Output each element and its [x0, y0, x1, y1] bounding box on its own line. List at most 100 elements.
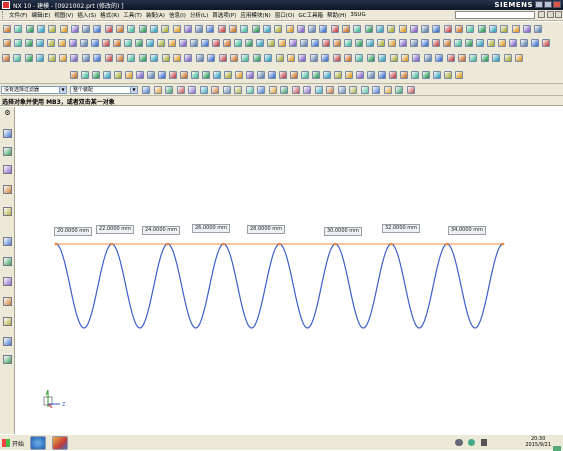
- row2-tool-icon-30[interactable]: [322, 39, 330, 47]
- snap-filter-icon-15[interactable]: [303, 86, 311, 94]
- row1-tool-icon-41[interactable]: [455, 25, 463, 33]
- row1-tool-icon-29[interactable]: [319, 25, 328, 33]
- row1-tool-icon-28[interactable]: [308, 25, 317, 33]
- row2-tool-icon-23[interactable]: [245, 39, 253, 47]
- resource-tab-icon-10[interactable]: [3, 317, 12, 326]
- row2-tool-icon-45[interactable]: [487, 39, 495, 47]
- row3-tool-icon-14[interactable]: [150, 54, 159, 62]
- dimension-point[interactable]: [222, 242, 226, 246]
- row2-tool-icon-18[interactable]: [190, 39, 198, 47]
- row1-tool-icon-39[interactable]: [432, 25, 441, 33]
- snap-filter-icon-10[interactable]: [245, 86, 254, 94]
- row2-tool-icon-1[interactable]: [3, 39, 11, 47]
- resource-tab-icon-9[interactable]: [3, 297, 12, 306]
- row2-tool-icon-48[interactable]: [520, 39, 528, 47]
- row3-tool-icon-22[interactable]: [241, 54, 250, 62]
- snap-filter-icon-18[interactable]: [337, 86, 346, 94]
- row2-tool-icon-29[interactable]: [311, 39, 319, 47]
- snap-filter-icon-7[interactable]: [211, 86, 219, 94]
- menu-edit[interactable]: 编辑(E): [31, 11, 50, 19]
- sketch-tool-icon-25[interactable]: [334, 71, 342, 79]
- row2-tool-icon-16[interactable]: [168, 39, 176, 47]
- sketch-tool-icon-16[interactable]: [235, 71, 243, 79]
- row3-tool-icon-21[interactable]: [230, 54, 238, 62]
- row3-tool-icon-7[interactable]: [70, 54, 79, 62]
- row1-tool-icon-10[interactable]: [104, 25, 113, 33]
- row1-tool-icon-44[interactable]: [488, 25, 497, 33]
- row2-tool-icon-37[interactable]: [399, 39, 407, 47]
- row2-tool-icon-4[interactable]: [36, 39, 44, 47]
- sketch-tool-icon-6[interactable]: [125, 71, 133, 79]
- dimension-label[interactable]: 22.0000 mm: [96, 225, 135, 234]
- sketch-tool-icon-28[interactable]: [367, 71, 375, 79]
- row1-tool-icon-34[interactable]: [375, 25, 384, 33]
- dimension-point[interactable]: [389, 242, 393, 246]
- row3-tool-icon-16[interactable]: [173, 54, 181, 62]
- row3-tool-icon-42[interactable]: [469, 54, 478, 62]
- row3-tool-icon-35[interactable]: [389, 54, 398, 62]
- row3-tool-icon-1[interactable]: [2, 54, 10, 62]
- sketch-tool-icon-13[interactable]: [202, 71, 210, 79]
- snap-filter-icon-24[interactable]: [406, 86, 415, 94]
- resource-tab-icon-8[interactable]: [3, 277, 12, 286]
- row3-tool-icon-46[interactable]: [515, 54, 523, 62]
- sketch-tool-icon-8[interactable]: [147, 71, 155, 79]
- row2-tool-icon-47[interactable]: [509, 39, 517, 47]
- row2-tool-icon-40[interactable]: [432, 39, 440, 47]
- dimension-label[interactable]: 30.0000 mm: [324, 227, 363, 236]
- snap-filter-icon-14[interactable]: [291, 86, 300, 94]
- sketch-tool-icon-3[interactable]: [92, 71, 100, 79]
- row2-tool-icon-28[interactable]: [300, 39, 308, 47]
- row3-tool-icon-13[interactable]: [138, 54, 147, 62]
- row3-tool-icon-43[interactable]: [480, 54, 489, 62]
- row3-tool-icon-18[interactable]: [195, 54, 204, 62]
- row1-tool-icon-17[interactable]: [183, 25, 192, 33]
- row3-tool-icon-44[interactable]: [492, 54, 501, 62]
- camera-icon[interactable]: [455, 439, 463, 446]
- row3-tool-icon-36[interactable]: [401, 54, 409, 62]
- volume-icon[interactable]: [481, 439, 487, 446]
- snap-filter-icon-22[interactable]: [383, 86, 392, 94]
- row1-tool-icon-38[interactable]: [421, 25, 430, 33]
- row2-tool-icon-49[interactable]: [531, 39, 539, 47]
- row2-tool-icon-50[interactable]: [542, 39, 550, 47]
- sketch-tool-icon-30[interactable]: [389, 71, 397, 79]
- snap-filter-icon-13[interactable]: [280, 86, 288, 94]
- dimension-label[interactable]: 34.0000 mm: [448, 226, 487, 235]
- sketch-tool-icon-19[interactable]: [268, 71, 276, 79]
- menu-3sug[interactable]: 3SUG: [350, 12, 365, 18]
- menu-insert[interactable]: 插入(S): [77, 11, 96, 19]
- row1-tool-icon-6[interactable]: [59, 25, 68, 33]
- row1-tool-icon-15[interactable]: [161, 25, 170, 33]
- row3-tool-icon-24[interactable]: [264, 54, 273, 62]
- row2-tool-icon-42[interactable]: [454, 39, 462, 47]
- snap-filter-icon-2[interactable]: [153, 86, 162, 94]
- row1-tool-icon-18[interactable]: [195, 25, 204, 33]
- snap-filter-icon-4[interactable]: [176, 86, 185, 94]
- row3-tool-icon-28[interactable]: [309, 54, 318, 62]
- row1-tool-icon-20[interactable]: [217, 25, 226, 33]
- help-icon[interactable]: [468, 439, 475, 446]
- row2-tool-icon-21[interactable]: [223, 39, 231, 47]
- sketch-tool-icon-1[interactable]: [70, 71, 78, 79]
- row2-tool-icon-31[interactable]: [333, 39, 341, 47]
- row1-tool-icon-32[interactable]: [353, 25, 362, 33]
- sketch-tool-icon-17[interactable]: [246, 71, 254, 79]
- row2-tool-icon-20[interactable]: [212, 39, 220, 47]
- dimension-label[interactable]: 26.0000 mm: [192, 224, 231, 233]
- row2-tool-icon-8[interactable]: [80, 39, 88, 47]
- taskbar-app-icon-1[interactable]: [30, 436, 46, 450]
- snap-filter-icon-17[interactable]: [326, 86, 334, 94]
- row1-tool-icon-48[interactable]: [534, 25, 543, 33]
- row2-tool-icon-35[interactable]: [377, 39, 385, 47]
- settings-gear-icon[interactable]: ⚙: [3, 109, 12, 118]
- sketch-tool-icon-34[interactable]: [433, 71, 441, 79]
- snap-filter-icon-8[interactable]: [222, 86, 231, 94]
- row2-tool-icon-43[interactable]: [465, 39, 473, 47]
- row3-tool-icon-45[interactable]: [503, 54, 512, 62]
- maximize-button[interactable]: [544, 1, 552, 8]
- sketch-tool-icon-29[interactable]: [378, 71, 386, 79]
- row1-tool-icon-45[interactable]: [500, 25, 509, 33]
- row1-tool-icon-23[interactable]: [251, 25, 260, 33]
- row2-tool-icon-24[interactable]: [256, 39, 264, 47]
